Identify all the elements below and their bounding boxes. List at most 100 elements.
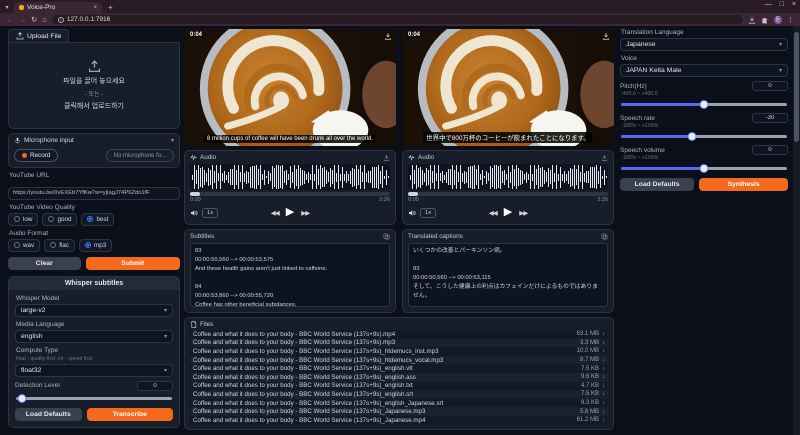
file-download-icon[interactable]: ↓ [602,383,605,389]
video-player-original[interactable]: 0:04 8 million cups of coffee will have … [184,29,396,146]
skip-back-icon[interactable]: ◀◀ [271,209,279,217]
tts-load-defaults-button[interactable]: Load Defaults [620,178,694,191]
volume-icon[interactable] [408,209,416,217]
submit-button[interactable]: Submit [86,257,180,270]
play-icon[interactable]: ▶ [504,207,512,218]
profile-avatar[interactable]: 든 [774,16,782,24]
media-language-dropdown[interactable]: english ▾ [15,330,173,343]
video-player-translated[interactable]: 0:04 世界中で800万杯のコーヒーが飲まれたことになります。 [402,29,614,146]
playback-speed-button[interactable]: 1x [420,208,436,218]
new-tab-button[interactable]: + [108,3,113,13]
file-download-icon[interactable]: ↓ [602,366,605,372]
slider-thumb[interactable] [700,164,709,173]
skip-forward-icon[interactable]: ▶▶ [301,209,309,217]
file-name-link[interactable]: Coffee and what it does to your body - B… [193,417,571,424]
waveform-scrollbar[interactable] [190,192,390,196]
video-download-icon[interactable] [602,32,610,40]
forward-icon[interactable]: → [19,16,27,24]
extensions-puzzle-icon[interactable] [761,16,769,24]
waveform-display[interactable] [190,164,390,190]
translation-language-dropdown[interactable]: Japanese ▾ [620,38,788,51]
synthesis-button[interactable]: Synthesis [699,178,788,191]
minimize-icon[interactable]: — [765,1,772,8]
file-name-link[interactable]: Coffee and what it does to your body - B… [193,391,575,398]
file-dropzone[interactable]: 파일을 끌어 놓으세요 - 또는 - 클릭해서 업로드하기 [8,43,180,129]
maximize-icon[interactable]: □ [780,1,784,8]
translated-captions-textbox[interactable]: いくつかの改善とパーキンソン病。 83 00:00:50,560 --> 00:… [408,243,608,307]
file-name-link[interactable]: Coffee and what it does to your body - B… [193,348,571,355]
quality-option-good[interactable]: good [42,213,77,226]
format-option-wav[interactable]: wav [8,239,40,252]
microphone-device-select[interactable]: No microphone fo... [106,149,174,162]
volume-icon[interactable] [190,209,198,217]
pitch-slider[interactable] [621,99,787,109]
file-download-icon[interactable]: ↓ [602,348,605,354]
voice-dropdown[interactable]: JAPAN Keita Male ▾ [620,64,788,77]
file-name-link[interactable]: Coffee and what it does to your body - B… [193,374,575,381]
whisper-accordion-header[interactable]: Whisper subtitles [9,277,179,290]
scrollbar-thumb[interactable] [794,32,799,142]
file-download-icon[interactable]: ↓ [602,409,605,415]
video-download-icon[interactable] [384,32,392,40]
pitch-value[interactable] [752,81,788,91]
quality-option-best[interactable]: best [81,213,114,226]
waveform-display[interactable] [408,164,608,190]
downloads-icon[interactable] [748,16,756,24]
close-icon[interactable]: × [792,1,796,8]
audio-download-icon[interactable] [383,154,390,161]
file-download-icon[interactable]: ↓ [602,417,605,423]
file-name-link[interactable]: Coffee and what it does to your body - B… [193,408,574,415]
browser-tab[interactable]: Voice-Pro × [14,2,102,13]
slider-thumb[interactable] [18,394,27,403]
menu-kebab-icon[interactable]: ⋮ [787,16,794,24]
file-download-icon[interactable]: ↓ [602,391,605,397]
reload-icon[interactable]: ↻ [31,16,37,24]
subtitles-textbox[interactable]: 83 00:00:50,560 --> 00:00:53,575 And the… [190,243,390,307]
site-info-icon[interactable]: i [58,17,64,23]
file-name-link[interactable]: Coffee and what it does to your body - B… [193,331,571,338]
whisper-load-defaults-button[interactable]: Load Defaults [15,408,82,421]
format-option-flac[interactable]: flac [44,239,75,252]
detection-level-value[interactable] [137,381,173,391]
file-download-icon[interactable]: ↓ [602,340,605,346]
tab-upload-file[interactable]: Upload File [8,29,69,42]
copy-icon[interactable] [601,233,608,240]
microphone-accordion-header[interactable]: Microphone input ▾ [9,134,179,147]
file-name-link[interactable]: Coffee and what it does to your body - B… [193,365,575,372]
format-option-mp3[interactable]: mp3 [79,239,112,252]
whisper-model-dropdown[interactable]: large-v2 ▾ [15,304,173,317]
file-download-icon[interactable]: ↓ [602,400,605,406]
back-icon[interactable]: ← [6,16,14,24]
file-name-link[interactable]: Coffee and what it does to your body - B… [193,339,574,346]
speech-volume-slider[interactable] [621,163,787,173]
speech-volume-value[interactable] [752,145,788,155]
skip-back-icon[interactable]: ◀◀ [489,209,497,217]
transcribe-button[interactable]: Transcribe [87,408,173,421]
file-download-icon[interactable]: ↓ [602,374,605,380]
file-name-link[interactable]: Coffee and what it does to your body - B… [193,400,575,407]
skip-forward-icon[interactable]: ▶▶ [519,209,527,217]
clear-button[interactable]: Clear [8,257,81,270]
file-name-link[interactable]: Coffee and what it does to your body - B… [193,382,575,389]
waveform-scroll-handle[interactable] [408,192,418,196]
file-download-icon[interactable]: ↓ [602,331,605,337]
play-icon[interactable]: ▶ [286,207,294,218]
quality-option-low[interactable]: low [8,213,38,226]
slider-thumb[interactable] [700,100,709,109]
speech-rate-slider[interactable] [621,131,787,141]
record-button[interactable]: Record [14,149,58,162]
waveform-scroll-handle[interactable] [190,192,200,196]
slider-thumb[interactable] [688,132,697,141]
file-name-link[interactable]: Coffee and what it does to your body - B… [193,357,574,364]
detection-level-slider[interactable] [16,393,172,403]
extension-pin-icon[interactable]: ⌂ [42,16,47,24]
chevron-down-icon[interactable]: ▾ [171,137,174,144]
waveform-scrollbar[interactable] [408,192,608,196]
file-download-icon[interactable]: ↓ [602,357,605,363]
page-scrollbar[interactable] [793,26,800,435]
url-bar[interactable]: i 127.0.0.1:7916 [52,15,743,24]
speech-rate-value[interactable] [752,113,788,123]
youtube-url-input[interactable] [8,187,180,200]
copy-icon[interactable] [383,233,390,240]
tab-close-icon[interactable]: × [93,5,97,11]
